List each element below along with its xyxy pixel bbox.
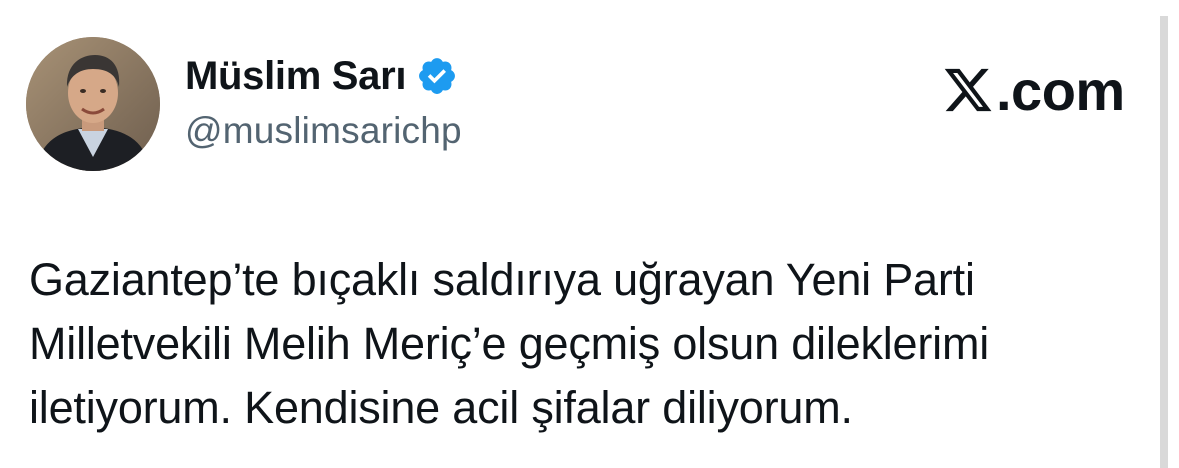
author-name-row: Müslim Sarı (185, 50, 458, 102)
tweet-line: iletiyorum. Kendisine acil şifalar diliy… (29, 382, 853, 433)
avatar[interactable] (26, 37, 160, 171)
avatar-photo (26, 37, 160, 171)
tweet-line: Gaziantep’te bıçaklı saldırıya uğrayan Y… (29, 254, 975, 305)
tweet-line: Milletvekili Melih Meriç’e geçmiş olsun … (29, 318, 990, 369)
brand-domain-text: .com (996, 58, 1125, 122)
verified-badge-icon (416, 55, 458, 97)
tweet-body: Gaziantep’te bıçaklı saldırıya uğrayan Y… (29, 248, 1154, 440)
author-handle[interactable]: @muslimsarichp (185, 110, 462, 152)
brand-watermark: .com (942, 57, 1125, 123)
right-edge-divider (1160, 16, 1168, 468)
x-logo-icon (942, 64, 994, 116)
author-display-name[interactable]: Müslim Sarı (185, 54, 407, 99)
